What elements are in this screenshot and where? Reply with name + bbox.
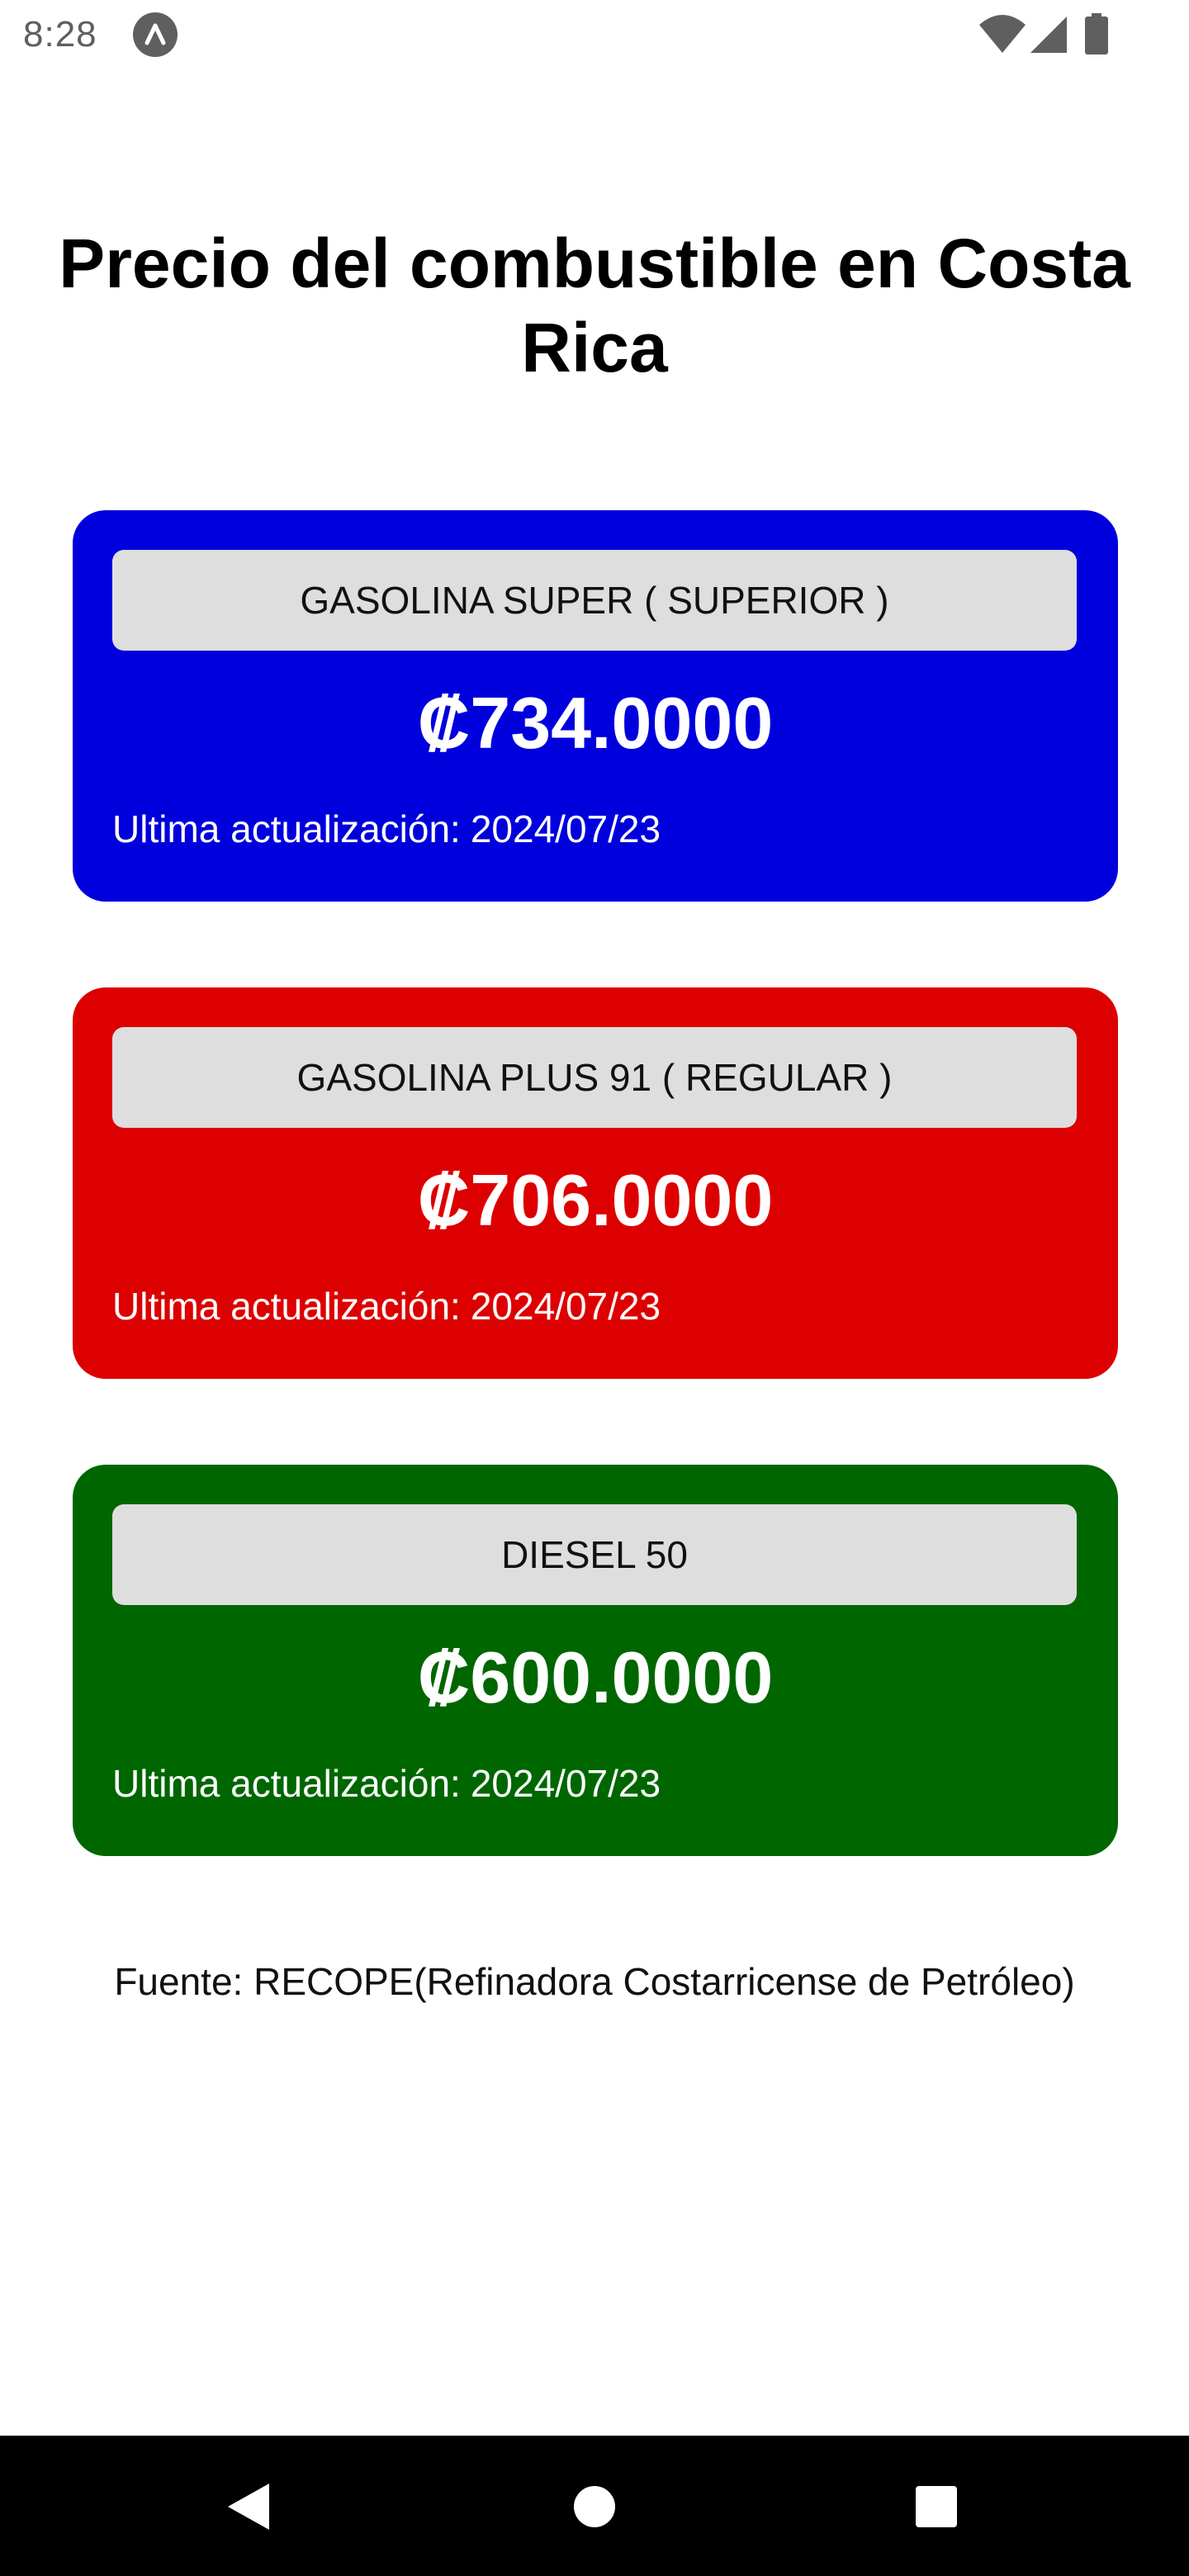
fuel-name-box: GASOLINA SUPER ( SUPERIOR ): [112, 550, 1077, 651]
updated-label: Ultima actualización:: [112, 1285, 461, 1328]
app-notification-icon: [133, 12, 178, 57]
fuel-price: ₡600.0000: [417, 1636, 774, 1718]
fuel-price: ₡706.0000: [417, 1159, 774, 1241]
back-icon[interactable]: [225, 2482, 271, 2531]
fuel-name-box: GASOLINA PLUS 91 ( REGULAR ): [112, 1027, 1077, 1128]
updated-label: Ultima actualización:: [112, 807, 461, 850]
battery-icon: [1085, 13, 1108, 54]
updated-label: Ultima actualización:: [112, 1762, 461, 1805]
fuel-price: ₡734.0000: [417, 682, 774, 764]
fuel-card-diesel: DIESEL 50 ₡600.0000 Ultima actualización…: [73, 1465, 1118, 1856]
fuel-name-box: DIESEL 50: [112, 1504, 1077, 1605]
status-bar: 8:28: [0, 0, 1189, 69]
fuel-card-super: GASOLINA SUPER ( SUPERIOR ) ₡734.0000 Ul…: [73, 510, 1118, 902]
fuel-card-plus91: GASOLINA PLUS 91 ( REGULAR ) ₡706.0000 U…: [73, 987, 1118, 1379]
fuel-updated: Ultima actualización: 2024/07/23: [112, 1760, 661, 1807]
recents-icon[interactable]: [915, 2485, 958, 2528]
cell-signal-icon: [1030, 17, 1067, 53]
navigation-bar: [0, 2436, 1189, 2576]
fuel-updated: Ultima actualización: 2024/07/23: [112, 1283, 661, 1329]
fuel-updated: Ultima actualización: 2024/07/23: [112, 806, 661, 852]
status-time: 8:28: [23, 14, 97, 54]
page-title: Precio del combustible en Costa Rica: [59, 225, 1130, 386]
updated-date: 2024/07/23: [470, 807, 661, 850]
updated-date: 2024/07/23: [470, 1762, 661, 1805]
home-icon[interactable]: [573, 2485, 616, 2528]
wifi-icon: [979, 15, 1026, 53]
updated-date: 2024/07/23: [470, 1285, 661, 1328]
source-text: Fuente: RECOPE(Refinadora Costarricense …: [114, 1960, 1075, 2003]
